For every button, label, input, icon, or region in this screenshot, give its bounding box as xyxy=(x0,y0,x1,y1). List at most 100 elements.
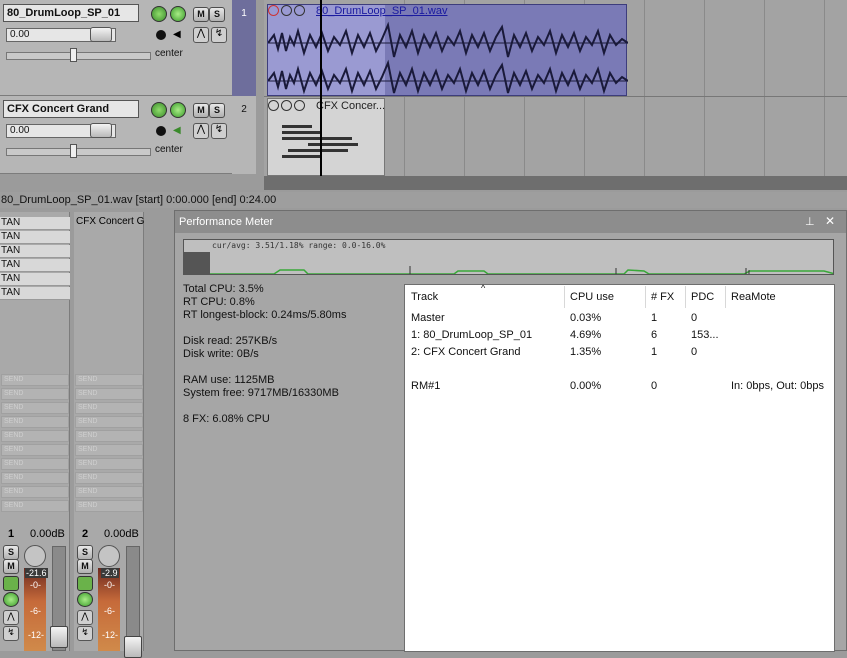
fx-button[interactable] xyxy=(151,6,167,22)
track-number-2[interactable]: 2 xyxy=(232,96,256,174)
pan-label: center xyxy=(155,48,183,59)
io-routing-icon[interactable]: ↯ xyxy=(211,27,227,43)
track-name-field[interactable]: 80_DrumLoop_SP_01 xyxy=(3,4,139,22)
item-label: 80_DrumLoop_SP_01.wav xyxy=(316,5,448,17)
pin-icon[interactable]: ⊥ xyxy=(805,215,817,228)
send-slot[interactable]: SEND xyxy=(1,458,69,470)
table-cell-track[interactable]: 1: 80_DrumLoop_SP_01 xyxy=(411,329,532,341)
mute-button[interactable]: M xyxy=(3,559,19,574)
envelope-icon[interactable]: ⋀ xyxy=(193,123,209,139)
pan-knob-icon[interactable] xyxy=(98,545,120,567)
arrange-view[interactable]: 80_DrumLoop_SP_01.wav CFX Concer... xyxy=(264,0,847,190)
send-slot[interactable]: SEND xyxy=(1,416,69,428)
take-fx-icon[interactable] xyxy=(268,4,279,16)
fx-slot[interactable]: TAN xyxy=(0,259,70,272)
power-icon[interactable] xyxy=(77,592,93,607)
solo-button[interactable]: S xyxy=(77,545,93,560)
volume-knob[interactable] xyxy=(90,27,112,42)
send-slot[interactable]: SEND xyxy=(1,402,69,414)
send-slot[interactable]: SEND xyxy=(75,472,143,484)
table-cell-fx: 1 xyxy=(651,312,658,324)
send-slot[interactable]: SEND xyxy=(75,374,143,386)
monitor-icon[interactable]: ◀ xyxy=(173,29,183,41)
send-slot[interactable]: SEND xyxy=(1,444,69,456)
io-routing-icon[interactable]: ↯ xyxy=(211,123,227,139)
fx-slot[interactable]: TAN xyxy=(0,231,70,244)
pan-knob-icon[interactable] xyxy=(24,545,46,567)
volume-fader-handle[interactable] xyxy=(124,636,142,658)
fx-slot[interactable]: TAN xyxy=(0,245,70,258)
pan-knob[interactable] xyxy=(70,144,77,158)
io-routing-icon[interactable]: ↯ xyxy=(3,626,19,641)
send-slot[interactable]: SEND xyxy=(1,486,69,498)
column-header-pdc[interactable]: PDC xyxy=(691,291,714,303)
table-cell-cpu: 0.00% xyxy=(570,380,602,392)
send-slot[interactable]: SEND xyxy=(75,402,143,414)
envelope-icon[interactable]: ⋀ xyxy=(3,610,19,625)
fx-slot[interactable]: TAN xyxy=(0,273,70,286)
strip-label[interactable]: CFX Concert Gr xyxy=(76,216,144,227)
power-icon[interactable] xyxy=(170,6,186,22)
stat-rt-longest: RT longest-block: 0.24ms/5.80ms xyxy=(183,309,347,321)
mute-button[interactable]: M xyxy=(77,559,93,574)
power-icon[interactable] xyxy=(3,592,19,607)
lock-icon[interactable] xyxy=(281,99,292,111)
item-mute-icon[interactable] xyxy=(294,4,305,16)
pan-slider[interactable] xyxy=(6,52,151,60)
take-fx-icon[interactable] xyxy=(268,99,279,111)
edit-cursor[interactable] xyxy=(320,0,322,190)
pan-knob[interactable] xyxy=(70,48,77,62)
table-cell-track[interactable]: 2: CFX Concert Grand xyxy=(411,346,520,358)
record-arm-icon[interactable] xyxy=(156,30,166,40)
send-slot[interactable]: SEND xyxy=(1,388,69,400)
solo-button[interactable]: S xyxy=(209,7,225,22)
send-slot[interactable]: SEND xyxy=(1,430,69,442)
send-slot[interactable]: SEND xyxy=(75,444,143,456)
mute-button[interactable]: M xyxy=(193,7,209,22)
send-slot[interactable]: SEND xyxy=(1,500,69,512)
sort-arrow-icon: ^ xyxy=(481,283,486,293)
envelope-icon[interactable]: ⋀ xyxy=(77,610,93,625)
pan-slider[interactable] xyxy=(6,148,151,156)
meter-readout: -21.6 xyxy=(25,568,48,578)
fx-slot[interactable]: TAN xyxy=(0,217,70,230)
strip-db: 0.00dB xyxy=(104,528,139,540)
track-cpu-table[interactable]: Track ^ CPU use # FX PDC ReaMote Master … xyxy=(404,283,835,652)
send-slot[interactable]: SEND xyxy=(75,500,143,512)
mute-button[interactable]: M xyxy=(193,103,209,118)
close-icon[interactable]: ✕ xyxy=(825,214,837,228)
volume-knob[interactable] xyxy=(90,123,112,138)
track-number-1[interactable]: 1 xyxy=(232,0,256,96)
send-slot[interactable]: SEND xyxy=(1,472,69,484)
monitor-icon[interactable]: ◀ xyxy=(173,125,183,137)
volume-fader-handle[interactable] xyxy=(50,626,68,648)
send-slot[interactable]: SEND xyxy=(75,388,143,400)
send-slot[interactable]: SEND xyxy=(75,486,143,498)
io-routing-icon[interactable]: ↯ xyxy=(77,626,93,641)
track-name-field[interactable]: CFX Concert Grand xyxy=(3,100,139,118)
stat-spacer xyxy=(183,400,403,413)
power-icon[interactable] xyxy=(170,102,186,118)
lock-icon[interactable] xyxy=(281,4,292,16)
column-header-fx-count[interactable]: # FX xyxy=(651,291,674,303)
fx-active-icon[interactable] xyxy=(3,576,19,591)
table-cell-track[interactable]: Master xyxy=(411,312,445,324)
table-cell-track[interactable]: RM#1 xyxy=(411,380,440,392)
send-slot[interactable]: SEND xyxy=(75,430,143,442)
fx-active-icon[interactable] xyxy=(77,576,93,591)
envelope-icon[interactable]: ⋀ xyxy=(193,27,209,43)
solo-button[interactable]: S xyxy=(209,103,225,118)
solo-button[interactable]: S xyxy=(3,545,19,560)
fx-slot[interactable]: TAN xyxy=(0,287,70,300)
record-arm-icon[interactable] xyxy=(156,126,166,136)
column-header-reamote[interactable]: ReaMote xyxy=(731,291,776,303)
column-header-cpu-use[interactable]: CPU use xyxy=(570,291,614,303)
item-header xyxy=(268,4,305,16)
item-header-2 xyxy=(268,99,305,111)
send-slot[interactable]: SEND xyxy=(75,416,143,428)
item-mute-icon[interactable] xyxy=(294,99,305,111)
fx-button[interactable] xyxy=(151,102,167,118)
send-slot[interactable]: SEND xyxy=(75,458,143,470)
send-slot[interactable]: SEND xyxy=(1,374,69,386)
column-header-track[interactable]: Track xyxy=(411,291,438,303)
